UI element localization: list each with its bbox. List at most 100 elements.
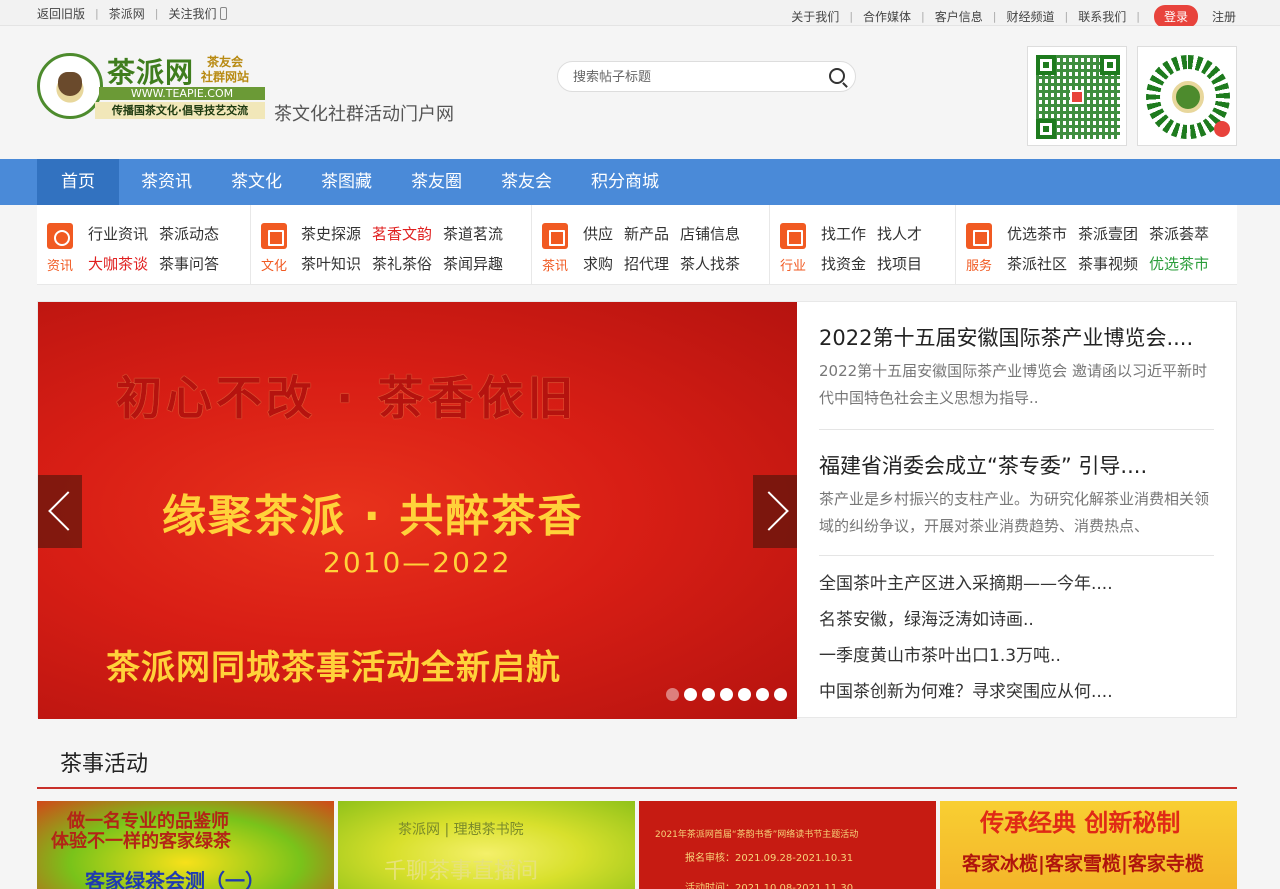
category-link[interactable]: 求购 xyxy=(583,255,613,273)
category-link[interactable]: 茶史探源 xyxy=(301,225,361,243)
qr-logo-icon xyxy=(1070,90,1084,104)
follow-us-link[interactable]: 关注我们 xyxy=(168,5,216,22)
top-bar-right: 关于我们 | 合作媒体 | 客户信息 | 财经频道 | 联系我们 | 登录 注册 xyxy=(791,5,1236,28)
old-version-link[interactable]: 返回旧版 xyxy=(37,5,85,22)
featured-news-item[interactable]: 福建省消委会成立“茶专委” 引导.... 茶产业是乡村振兴的支柱产业。为研究化解… xyxy=(819,430,1214,556)
card-text: 体验不一样的客家绿茶 xyxy=(51,831,231,852)
search-box xyxy=(557,61,856,92)
nav-tea-friends[interactable]: 茶友圈 xyxy=(401,159,472,205)
nav-tea-news[interactable]: 茶资讯 xyxy=(131,159,202,205)
separator: | xyxy=(95,7,99,20)
banner-slider[interactable]: 初心不改 · 茶香依旧 缘聚茶派 · 共醉茶香 2010—2022 茶派网同城茶… xyxy=(38,302,797,719)
chevron-left-icon[interactable] xyxy=(38,475,82,548)
news-list-item[interactable]: 名茶安徽，绿海泛涛如诗画.. xyxy=(819,602,1214,638)
category-news: 资讯 行业资讯 茶派动态 大咖茶谈 茶事问答 xyxy=(37,205,251,285)
category-link[interactable]: 茶派壹团 xyxy=(1078,225,1138,243)
news-list-item[interactable]: 中国茶创新为何难？寻求突围应从何.... xyxy=(819,674,1214,710)
logo-url: WWW.TEAPIE.COM xyxy=(99,87,265,100)
partner-media-link[interactable]: 合作媒体 xyxy=(863,8,911,25)
category-link[interactable]: 找人才 xyxy=(877,225,922,243)
main-nav: 首页 茶资讯 茶文化 茶图藏 茶友圈 茶友会 积分商城 xyxy=(0,159,1280,205)
slider-dots xyxy=(666,688,792,701)
activity-card[interactable]: 传承经典 创新秘制 客家冰榄|客家雪榄|客家寺榄 xyxy=(940,801,1237,889)
featured-news-item[interactable]: 2022第十五届安徽国际茶产业博览会.... 2022第十五届安徽国际茶产业博览… xyxy=(819,302,1214,430)
category-link[interactable]: 找资金 xyxy=(821,255,866,273)
category-culture: 文化 茶史探源 茗香文韵 茶道茗流 茶叶知识 茶礼茶俗 茶闻异趣 xyxy=(251,205,532,285)
contact-us-link[interactable]: 联系我们 xyxy=(1078,8,1126,25)
separator: | xyxy=(849,10,854,23)
search-input[interactable] xyxy=(573,68,813,86)
nav-tea-culture[interactable]: 茶文化 xyxy=(221,159,292,205)
category-link[interactable]: 招代理 xyxy=(624,255,669,273)
section-title: 茶事活动 xyxy=(60,752,149,777)
category-link[interactable]: 找工作 xyxy=(821,225,866,243)
site-logo[interactable]: 茶派网 茶友会 社群网站 WWW.TEAPIE.COM 传播国茶文化·倡导技艺交… xyxy=(37,51,265,121)
slider-dot[interactable] xyxy=(774,688,787,701)
about-us-link[interactable]: 关于我们 xyxy=(791,8,839,25)
nav-tea-club[interactable]: 茶友会 xyxy=(491,159,562,205)
search-icon[interactable] xyxy=(829,68,845,84)
category-link[interactable]: 找项目 xyxy=(877,255,922,273)
category-link[interactable]: 茶事问答 xyxy=(159,255,219,273)
logo-name: 茶派网 xyxy=(107,56,195,89)
slider-dot[interactable] xyxy=(702,688,715,701)
card-text: 茶派网 | 理想茶书院 xyxy=(398,822,524,838)
phone-icon[interactable] xyxy=(220,7,228,20)
card-text: 2021年茶派网首届“茶韵书香”网络读书节主题活动 xyxy=(655,830,859,840)
nav-home[interactable]: 首页 xyxy=(37,159,119,205)
nav-tea-gallery[interactable]: 茶图藏 xyxy=(311,159,382,205)
category-link[interactable]: 新产品 xyxy=(624,225,669,243)
category-link[interactable]: 茶人找茶 xyxy=(680,255,740,273)
slider-dot[interactable] xyxy=(756,688,769,701)
mini-program-qr-code xyxy=(1137,46,1237,146)
activity-card[interactable]: 茶派网 | 理想茶书院 千聊茶事直播间 xyxy=(338,801,635,889)
category-link[interactable]: 茶事视频 xyxy=(1078,255,1138,273)
slider-dot[interactable] xyxy=(684,688,697,701)
category-links: 行业资讯 茶派动态 大咖茶谈 茶事问答 xyxy=(88,219,230,279)
list-icon xyxy=(261,223,287,249)
category-links: 找工作 找人才 找资金 找项目 xyxy=(821,219,933,279)
card-text: 活动时间：2021.10.08-2021.11.30 xyxy=(685,883,854,889)
category-link[interactable]: 优选茶市 xyxy=(1149,255,1209,273)
category-link[interactable]: 茶派荟萃 xyxy=(1149,225,1209,243)
news-title[interactable]: 福建省消委会成立“茶专委” 引导.... xyxy=(819,450,1214,480)
category-link[interactable]: 茶闻异趣 xyxy=(443,255,503,273)
qr-finder xyxy=(1036,55,1056,75)
category-links: 优选茶市 茶派壹团 茶派荟萃 茶派社区 茶事视频 优选茶市 xyxy=(1007,219,1220,279)
category-link[interactable]: 优选茶市 xyxy=(1007,225,1067,243)
news-list: 全国茶叶主产区进入采摘期——今年.... 名茶安徽，绿海泛涛如诗画.. 一季度黄… xyxy=(819,556,1214,710)
card-text: 传承经典 创新秘制 xyxy=(980,808,1181,837)
logo-sub2: 社群网站 xyxy=(201,70,250,84)
category-label: 行业 xyxy=(780,259,807,274)
slider-dot[interactable] xyxy=(666,688,679,701)
category-link[interactable]: 茗香文韵 xyxy=(372,225,432,243)
category-link[interactable]: 茶派动态 xyxy=(159,225,219,243)
news-list-item[interactable]: 全国茶叶主产区进入采摘期——今年.... xyxy=(819,566,1214,602)
category-link[interactable]: 大咖茶谈 xyxy=(88,255,148,273)
nav-points-mall[interactable]: 积分商城 xyxy=(581,159,669,205)
teapie-link[interactable]: 茶派网 xyxy=(109,5,145,22)
register-link[interactable]: 注册 xyxy=(1212,8,1236,25)
news-list-item[interactable]: 一季度黄山市茶叶出口1.3万吨.. xyxy=(819,638,1214,674)
news-summary: 2022第十五届安徽国际茶产业博览会 邀请函以习近平新时代中国特色社会主义思想为… xyxy=(819,362,1207,407)
category-link[interactable]: 茶叶知识 xyxy=(301,255,361,273)
slider-dot[interactable] xyxy=(720,688,733,701)
chevron-right-icon[interactable] xyxy=(753,475,797,548)
category-link[interactable]: 茶礼茶俗 xyxy=(372,255,432,273)
news-title[interactable]: 2022第十五届安徽国际茶产业博览会.... xyxy=(819,322,1214,352)
login-button[interactable]: 登录 xyxy=(1153,5,1198,28)
qr-finder xyxy=(1100,55,1120,75)
category-link[interactable]: 店铺信息 xyxy=(680,225,740,243)
activity-card[interactable]: 2021年茶派网首届“茶韵书香”网络读书节主题活动 报名审核：2021.09.2… xyxy=(639,801,936,889)
activity-card[interactable]: 做一名专业的品鉴师 体验不一样的客家绿茶 客家绿茶会测（一） xyxy=(37,801,334,889)
category-link[interactable]: 行业资讯 xyxy=(88,225,148,243)
star-icon xyxy=(966,223,992,249)
finance-channel-link[interactable]: 财经频道 xyxy=(1007,8,1055,25)
category-link[interactable]: 茶道茗流 xyxy=(443,225,503,243)
qr-badge-icon xyxy=(1214,121,1230,137)
category-link[interactable]: 供应 xyxy=(583,225,613,243)
category-link[interactable]: 茶派社区 xyxy=(1007,255,1067,273)
home-icon xyxy=(542,223,568,249)
slider-dot[interactable] xyxy=(738,688,751,701)
customer-info-link[interactable]: 客户信息 xyxy=(935,8,983,25)
